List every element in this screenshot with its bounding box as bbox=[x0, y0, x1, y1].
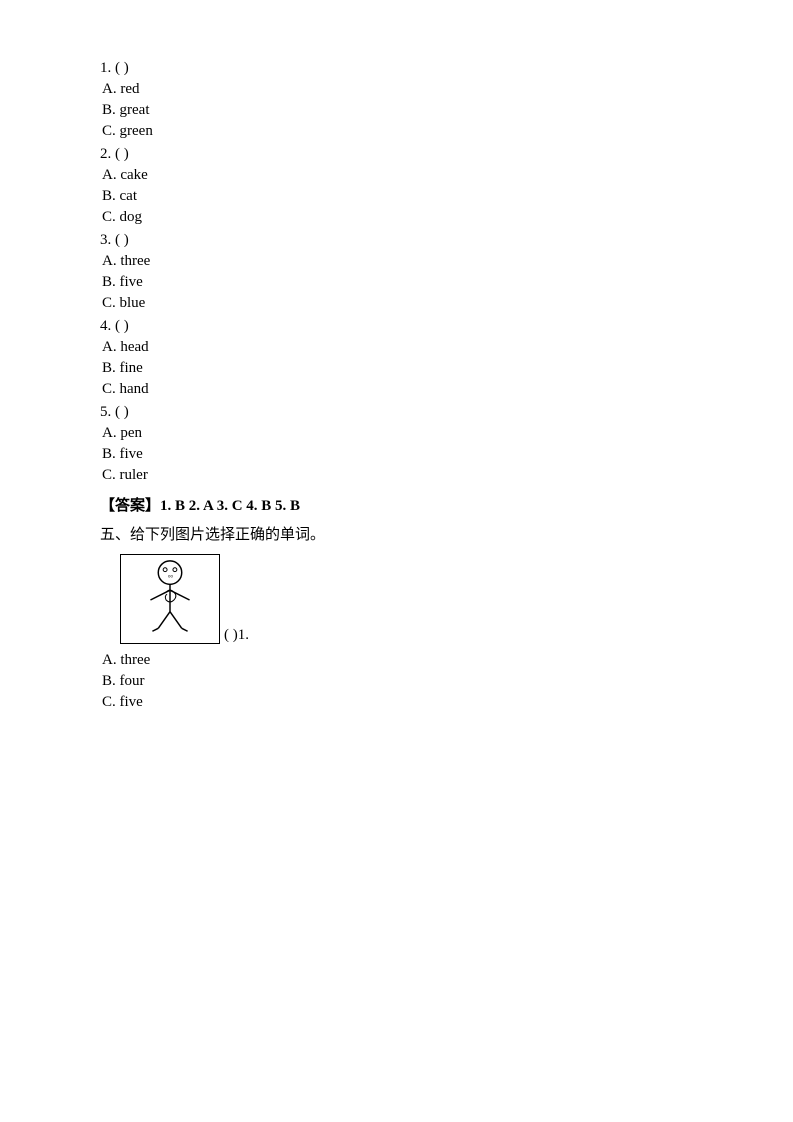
section-five-item-label: ( )1. bbox=[224, 627, 249, 648]
question-1-number: 1. ( ) bbox=[100, 60, 693, 77]
question-3-option-2: B. five bbox=[102, 274, 693, 291]
question-4-number: 4. ( ) bbox=[100, 318, 693, 335]
question-1-option-2: B. great bbox=[102, 102, 693, 119]
question-4-option-3: C. hand bbox=[102, 381, 693, 398]
question-2: 2. ( ) A. cake B. cat C. dog bbox=[100, 146, 693, 226]
question-1-option-3: C. green bbox=[102, 123, 693, 140]
question-4-option-1: A. head bbox=[102, 339, 693, 356]
section-five: 五、给下列图片选择正确的单词。 oo bbox=[100, 523, 693, 711]
section-five-image-row: oo ( )1. bbox=[100, 554, 693, 648]
section-five-option-1: A. three bbox=[102, 652, 693, 669]
question-4-option-2: B. fine bbox=[102, 360, 693, 377]
question-5: 5. ( ) A. pen B. five C. ruler bbox=[100, 404, 693, 484]
section-five-title: 五、给下列图片选择正确的单词。 bbox=[100, 523, 693, 544]
figure-image: oo bbox=[120, 554, 220, 644]
section-five-paren: ( ) bbox=[224, 627, 238, 643]
section-five-number: 1. bbox=[238, 627, 249, 643]
question-1: 1. ( ) A. red B. great C. green bbox=[100, 60, 693, 140]
question-1-option-1: A. red bbox=[102, 81, 693, 98]
question-5-option-1: A. pen bbox=[102, 425, 693, 442]
question-2-option-1: A. cake bbox=[102, 167, 693, 184]
question-3: 3. ( ) A. three B. five C. blue bbox=[100, 232, 693, 312]
svg-text:oo: oo bbox=[168, 574, 173, 579]
questions-container: 1. ( ) A. red B. great C. green 2. ( ) A. cak… bbox=[100, 60, 693, 484]
answer-prefix: 【答案】 bbox=[100, 498, 160, 514]
question-3-option-1: A. three bbox=[102, 253, 693, 270]
question-4: 4. ( ) A. head B. fine C. hand bbox=[100, 318, 693, 398]
question-5-option-3: C. ruler bbox=[102, 467, 693, 484]
answer-text: 1. B 2. A 3. C 4. B 5. B bbox=[160, 498, 300, 514]
question-2-option-3: C. dog bbox=[102, 209, 693, 226]
question-3-option-3: C. blue bbox=[102, 295, 693, 312]
question-5-number: 5. ( ) bbox=[100, 404, 693, 421]
question-2-number: 2. ( ) bbox=[100, 146, 693, 163]
question-2-option-2: B. cat bbox=[102, 188, 693, 205]
section-five-option-2: B. four bbox=[102, 673, 693, 690]
section-five-option-3: C. five bbox=[102, 694, 693, 711]
answer-block: 【答案】1. B 2. A 3. C 4. B 5. B bbox=[100, 494, 693, 515]
question-5-option-2: B. five bbox=[102, 446, 693, 463]
section-five-options: A. three B. four C. five bbox=[100, 652, 693, 711]
question-3-number: 3. ( ) bbox=[100, 232, 693, 249]
